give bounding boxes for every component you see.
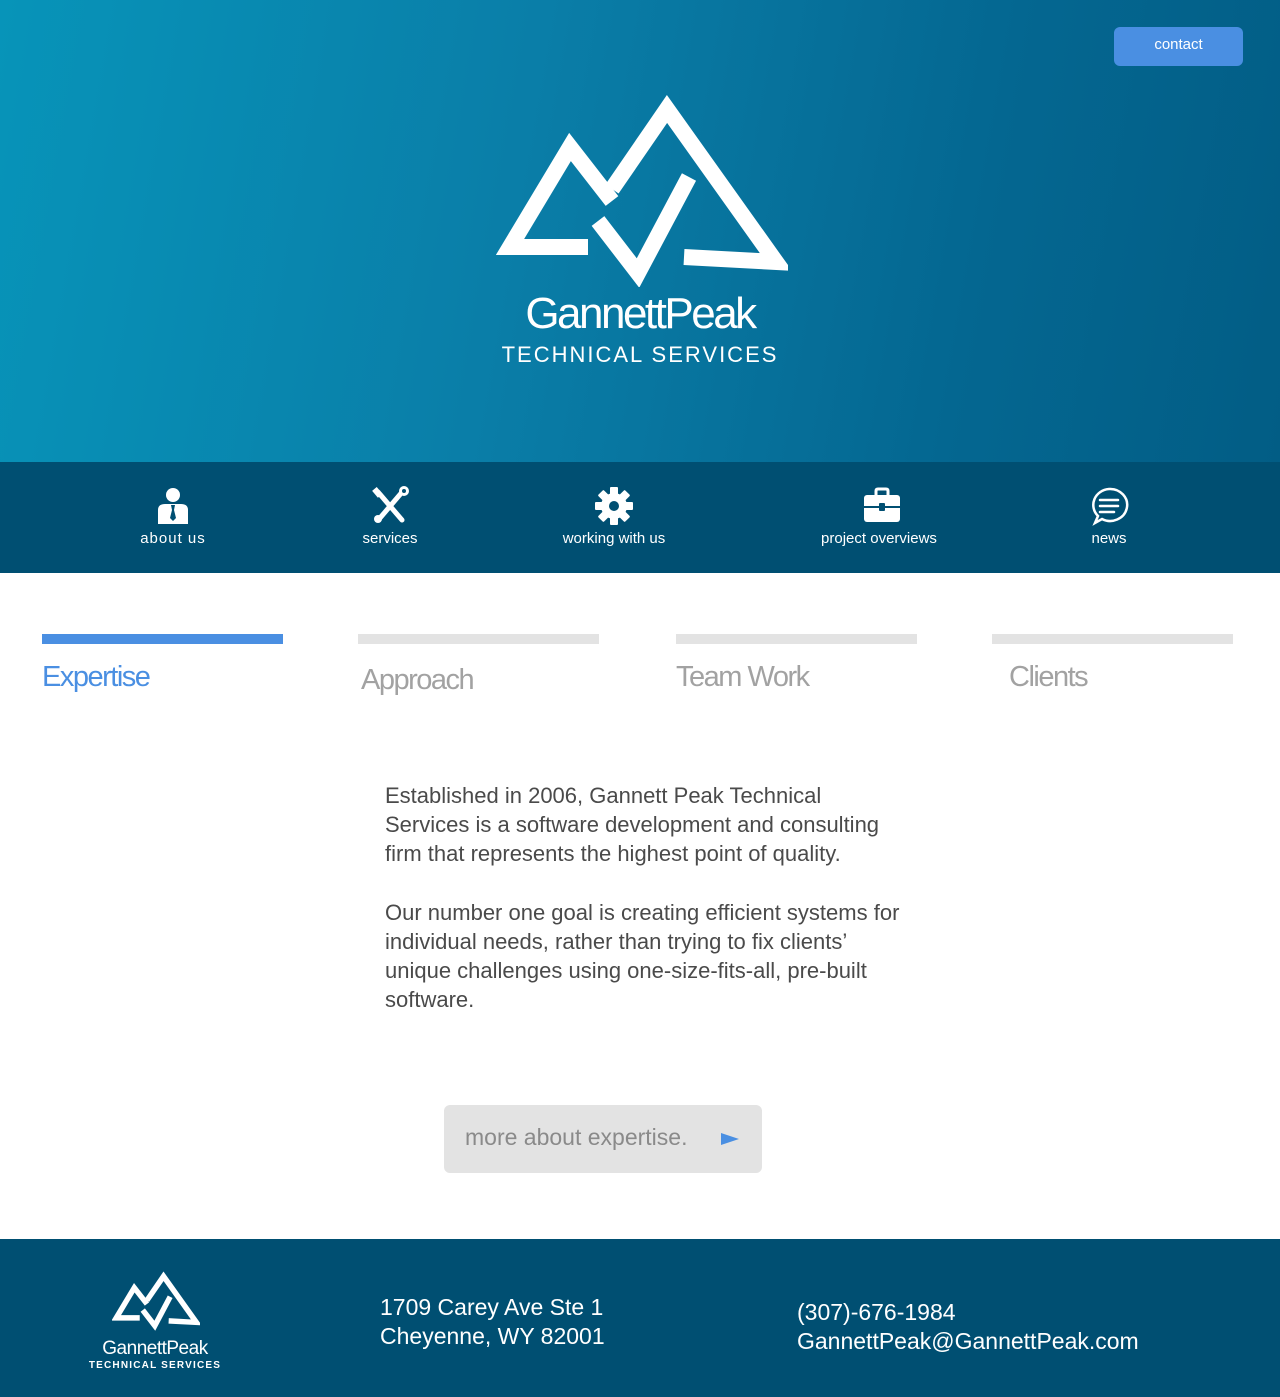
hero-banner: contact GannettPeak TECHNICAL SERVICES (0, 0, 1280, 462)
intro-paragraph: Established in 2006, Gannett Peak Techni… (385, 783, 880, 866)
tab-label: Approach (361, 664, 475, 696)
tab-approach[interactable]: Approach (358, 634, 599, 696)
goal-paragraph: Our number one goal is creating efficien… (385, 900, 900, 1012)
person-tie-icon (158, 488, 188, 524)
footer-brand-name: GannettPeak (102, 1338, 208, 1359)
tab-label: Expertise (42, 661, 151, 693)
footer-brand-tagline: TECHNICAL SERVICES (88, 1360, 222, 1371)
brand-name: GannettPeak (525, 289, 757, 338)
tab-label: Clients (1009, 661, 1089, 693)
tab-expertise[interactable]: Expertise (42, 634, 283, 693)
chat-bubble-icon (1092, 487, 1129, 526)
nav-item-label: news (1091, 530, 1127, 547)
footer-mountain-logo-icon (112, 1271, 200, 1331)
more-button-label: more about expertise. (465, 1124, 688, 1150)
nav-item-label: about us (140, 530, 206, 547)
nav-item-about-us[interactable]: about us (118, 462, 228, 573)
nav-item-news[interactable]: news (1075, 462, 1143, 573)
tab-indicator (676, 634, 917, 644)
footer-address-line-2: Cheyenne, WY 82001 (380, 1323, 605, 1349)
tab-team-work[interactable]: Team Work (676, 634, 917, 693)
brand-tagline: TECHNICAL SERVICES (501, 342, 779, 367)
tab-indicator (42, 634, 283, 644)
footer: GannettPeak TECHNICAL SERVICES 1709 Care… (0, 1239, 1280, 1397)
play-arrow-icon (721, 1133, 739, 1145)
footer-address-line-1: 1709 Carey Ave Ste 1 (380, 1294, 604, 1320)
nav-item-label: working with us (562, 530, 666, 547)
footer-email[interactable]: GannettPeak@GannettPeak.com (797, 1327, 1139, 1356)
nav-item-label: services (362, 530, 418, 547)
nav-item-working-with-us[interactable]: working with us (550, 462, 678, 573)
tab-clients[interactable]: Clients (992, 634, 1233, 693)
briefcase-icon (864, 487, 900, 522)
tab-indicator (358, 634, 599, 644)
contact-button[interactable]: contact (1114, 27, 1243, 66)
tab-indicator (992, 634, 1233, 644)
more-about-expertise-button[interactable]: more about expertise. (444, 1105, 762, 1173)
footer-phone[interactable]: (307)-676-1984 (797, 1298, 956, 1327)
nav-item-label: project overviews (821, 530, 937, 547)
tools-icon (372, 486, 409, 523)
nav-item-project-overviews[interactable]: project overviews (812, 462, 946, 573)
gear-icon (595, 487, 633, 525)
nav-item-services[interactable]: services (340, 462, 440, 573)
main-nav: about us services working with us projec… (0, 462, 1280, 573)
tab-label: Team Work (676, 661, 810, 693)
expertise-content: Established in 2006, Gannett Peak Techni… (385, 781, 905, 1044)
mountain-logo-icon (496, 95, 788, 287)
